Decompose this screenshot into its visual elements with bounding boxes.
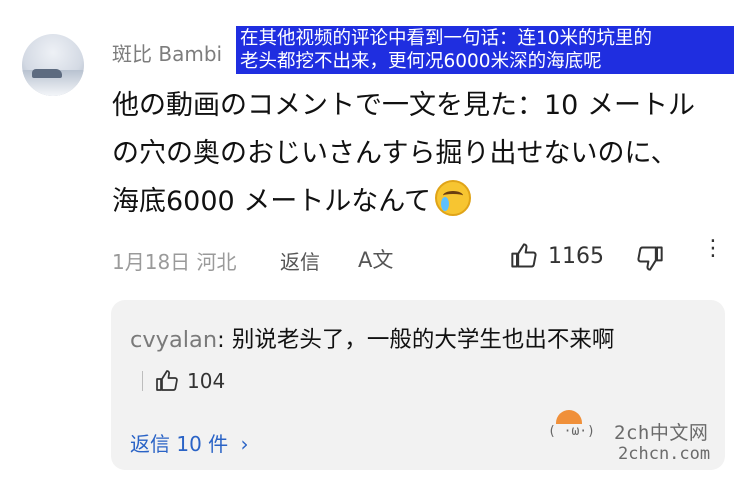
comment-date-location: 1月18日 河北	[112, 250, 237, 274]
comment-line-3-text: 海底6000 メートルなんて	[112, 186, 431, 217]
translation-overlay: 在其他视频的评论中看到一句话：连10米的坑里的 老头都挖不出来，更何况6000米…	[236, 26, 734, 74]
thumbs-down-icon	[637, 246, 663, 271]
reply-content: cvyalan: 别说老头了，一般的大学生也出不来啊 104	[130, 320, 710, 401]
site-watermark: ( ·ω·) 2ch中文网 2chcn.com	[548, 410, 723, 470]
watermark-site-url: 2chcn.com	[618, 444, 711, 464]
mascot-hat	[556, 410, 582, 424]
overlay-line-1: 在其他视频的评论中看到一句话：连10米的坑里的	[240, 28, 653, 49]
comment-line-3: 海底6000 メートルなんて	[112, 178, 722, 226]
thumbs-up-icon	[511, 243, 537, 268]
comment-line-1: 他の動画のコメントで一文を見た：10 メートル	[112, 90, 695, 121]
chevron-right-icon: ›	[240, 432, 249, 456]
reply-like-count: 104	[187, 369, 226, 393]
watermark-site-name: 2ch中文网	[614, 422, 709, 444]
reply-text: : 别说老头了，一般的大学生也出不来啊	[217, 327, 615, 353]
view-replies-link[interactable]: 返信 10 件 ›	[130, 428, 249, 457]
more-options-icon[interactable]: ⋮	[702, 238, 724, 260]
user-avatar[interactable]	[22, 34, 84, 96]
reply-like-button[interactable]: 104	[130, 361, 225, 401]
comment-actions: 1月18日 河北 返信 A文 1165 ⋮	[112, 238, 727, 277]
dislike-button[interactable]	[636, 244, 664, 277]
comment-body: 他の動画のコメントで一文を見た：10 メートル の穴の奥のおじいさんすら掘り出せ…	[112, 82, 722, 226]
like-count: 1165	[548, 243, 604, 269]
like-button[interactable]: 1165	[510, 242, 604, 270]
crying-laughing-emoji-icon	[434, 180, 471, 216]
watermark-mascot-icon: ( ·ω·)	[548, 410, 606, 468]
view-replies-label: 返信 10 件	[130, 432, 229, 456]
reply-like-divider	[142, 371, 143, 391]
translate-icon[interactable]: A文	[358, 244, 393, 274]
overlay-line-2: 老头都挖不出来，更何况6000米深的海底呢	[240, 51, 602, 72]
comment-username[interactable]: 斑比 Bambi	[112, 38, 222, 67]
thumbs-up-icon	[156, 370, 178, 391]
mascot-face-text: ( ·ω·)	[548, 424, 595, 439]
reply-button[interactable]: 返信	[280, 246, 320, 275]
reply-username[interactable]: cvyalan	[130, 327, 217, 353]
comment-line-2: の穴の奥のおじいさんすら掘り出せないのに、	[112, 138, 678, 169]
avatar-car	[32, 69, 62, 78]
